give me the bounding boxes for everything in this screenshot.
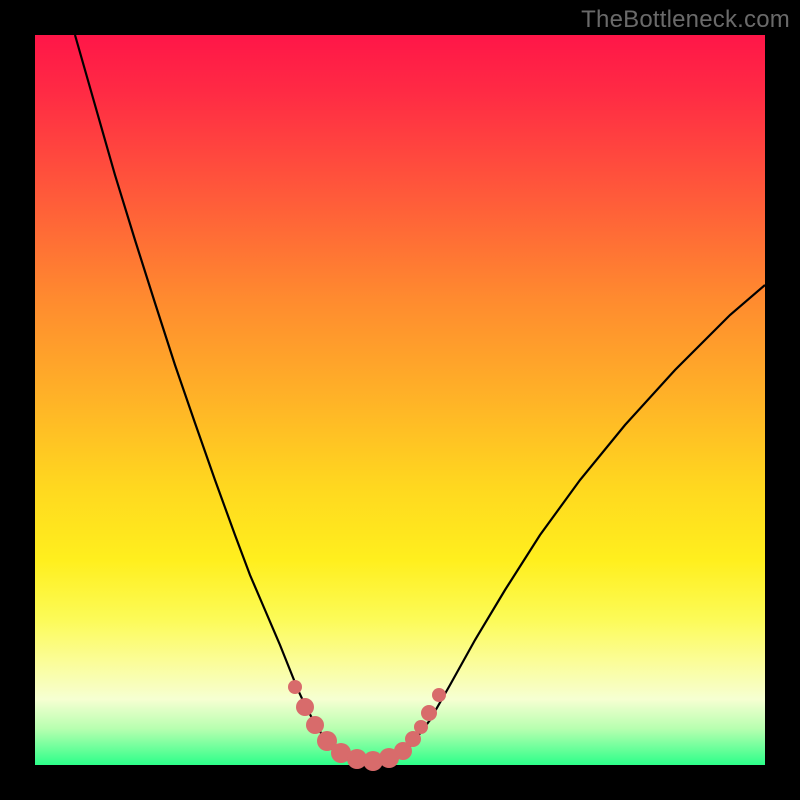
- trough-marker: [306, 716, 324, 734]
- trough-marker: [296, 698, 314, 716]
- trough-marker: [432, 688, 446, 702]
- plot-area: [35, 35, 765, 765]
- trough-marker-group: [288, 680, 446, 771]
- bottleneck-curve: [75, 35, 765, 762]
- trough-marker: [288, 680, 302, 694]
- watermark-text: TheBottleneck.com: [581, 6, 790, 34]
- trough-marker: [414, 720, 428, 734]
- outer-frame: TheBottleneck.com: [0, 0, 800, 800]
- curve-svg: [35, 35, 765, 765]
- trough-marker: [421, 705, 437, 721]
